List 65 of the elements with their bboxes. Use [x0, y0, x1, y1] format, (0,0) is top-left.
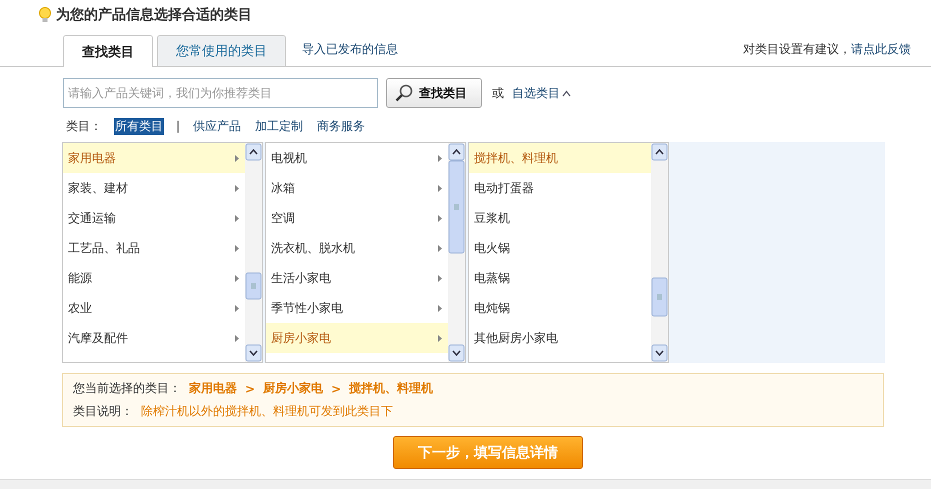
search-button[interactable]: 查找类目	[386, 78, 482, 108]
scrollbar[interactable]	[245, 143, 262, 362]
chevron-up-icon	[562, 90, 571, 96]
arrow-right-icon	[438, 304, 442, 312]
category-item[interactable]: 家用电器	[63, 143, 245, 173]
feedback-text: 对类目设置有建议，	[743, 41, 851, 58]
filter-label: 类目：	[66, 118, 102, 134]
arrow-right-icon	[235, 244, 239, 252]
note-label: 类目说明：	[73, 403, 133, 420]
scrollbar[interactable]	[651, 143, 668, 362]
category-item[interactable]: 能源	[63, 263, 245, 293]
category-item[interactable]: 汽摩及配件	[63, 323, 245, 353]
filter-option[interactable]: 商务服务	[316, 118, 366, 134]
search-field[interactable]: 请输入产品关键词，我们为你推荐类目	[63, 78, 378, 108]
breadcrumb-item: 家用电器	[189, 380, 237, 397]
category-item[interactable]: 生活小家电	[266, 263, 448, 293]
filter-option[interactable]: 所有类目	[114, 118, 164, 134]
or-text: 或	[492, 84, 504, 102]
filter-option[interactable]: 供应产品	[192, 118, 242, 134]
category-item[interactable]: 冰箱	[266, 173, 448, 203]
category-item[interactable]: 农业	[63, 293, 245, 323]
category-item[interactable]: 家装、建材	[63, 173, 245, 203]
feedback-link[interactable]: 请点此反馈	[851, 41, 911, 58]
arrow-right-icon	[438, 184, 442, 192]
tab[interactable]: 查找类目	[63, 35, 153, 67]
arrow-right-icon	[438, 274, 442, 282]
category-note: 除榨汁机以外的搅拌机、料理机可发到此类目下	[141, 403, 393, 420]
selection-label: 您当前选择的类目：	[73, 380, 181, 397]
breadcrumb-separator: >	[331, 382, 342, 396]
tab[interactable]: 您常使用的类目	[157, 35, 286, 66]
lightbulb-icon	[38, 7, 52, 23]
arrow-right-icon	[235, 184, 239, 192]
arrow-right-icon	[438, 334, 442, 342]
scrollbar[interactable]	[448, 143, 465, 362]
arrow-right-icon	[235, 214, 239, 222]
category-item[interactable]: 电动打蛋器	[469, 173, 651, 203]
category-item[interactable]: 电炖锅	[469, 293, 651, 323]
arrow-right-icon	[235, 154, 239, 162]
import-link[interactable]: 导入已发布的信息	[302, 41, 398, 58]
breadcrumb-separator: >	[245, 382, 256, 396]
arrow-right-icon	[235, 274, 239, 282]
arrow-right-icon	[438, 154, 442, 162]
arrow-right-icon	[438, 214, 442, 222]
arrow-right-icon	[235, 334, 239, 342]
category-item[interactable]: 电火锅	[469, 233, 651, 263]
arrow-right-icon	[235, 304, 239, 312]
category-item[interactable]: 工艺品、礼品	[63, 233, 245, 263]
category-item[interactable]: 电蒸锅	[469, 263, 651, 293]
search-icon	[395, 84, 413, 102]
breadcrumb-item: 搅拌机、料理机	[349, 380, 434, 397]
page-title: 为您的产品信息选择合适的类目	[56, 6, 252, 24]
category-item[interactable]: 洗衣机、脱水机	[266, 233, 448, 263]
category-item[interactable]: 季节性小家电	[266, 293, 448, 323]
custom-category-link[interactable]: 自选类目	[512, 84, 571, 102]
category-item[interactable]: 豆浆机	[469, 203, 651, 233]
category-item[interactable]: 搅拌机、料理机	[469, 143, 651, 173]
filter-separator: |	[176, 119, 180, 133]
filter-option[interactable]: 加工定制	[254, 118, 304, 134]
category-item[interactable]: 厨房小家电	[266, 323, 448, 353]
category-item[interactable]: 其他厨房小家电	[469, 323, 651, 353]
arrow-right-icon	[438, 244, 442, 252]
category-item[interactable]: 电视机	[266, 143, 448, 173]
breadcrumb-item: 厨房小家电	[263, 380, 324, 397]
category-item[interactable]: 交通运输	[63, 203, 245, 233]
category-item[interactable]: 空调	[266, 203, 448, 233]
